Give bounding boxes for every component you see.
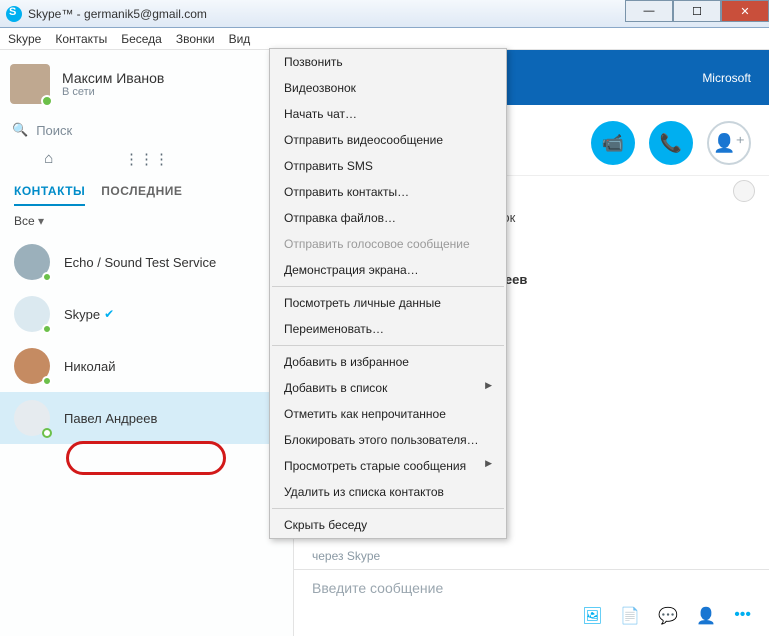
minimize-button[interactable] <box>625 0 673 22</box>
menu-contacts[interactable]: Контакты <box>55 32 107 46</box>
profile-block[interactable]: Максим Иванов В сети <box>0 50 293 114</box>
tab-contacts[interactable]: КОНТАКТЫ <box>14 178 85 206</box>
send-document-icon[interactable]: 📄 <box>620 606 640 626</box>
maximize-button[interactable] <box>673 0 721 22</box>
skype-app-icon <box>6 6 22 22</box>
cm-old-messages[interactable]: Просмотреть старые сообщения <box>270 453 506 479</box>
cm-send-sms[interactable]: Отправить SMS <box>270 153 506 179</box>
contact-label: Echo / Sound Test Service <box>64 255 216 270</box>
compose-placeholder: Введите сообщение <box>312 580 751 596</box>
context-menu: Позвонить Видеозвонок Начать чат… Отправ… <box>269 48 507 539</box>
verified-icon: ✔ <box>104 307 114 321</box>
contact-label: Николай <box>64 359 116 374</box>
avatar-icon <box>14 244 50 280</box>
cm-separator <box>272 286 504 287</box>
cm-video-call[interactable]: Видеозвонок <box>270 75 506 101</box>
dialpad-icon[interactable]: ⋮⋮⋮ <box>98 150 196 168</box>
video-call-button[interactable]: 📹 <box>591 121 635 165</box>
contacts-filter[interactable]: Все <box>0 206 293 236</box>
avatar-icon <box>14 348 50 384</box>
contact-skype[interactable]: Skype ✔ <box>0 288 293 340</box>
self-status: В сети <box>62 86 164 98</box>
cm-send-video-msg[interactable]: Отправить видеосообщение <box>270 127 506 153</box>
close-button[interactable] <box>721 0 769 22</box>
tab-recent[interactable]: ПОСЛЕДНИЕ <box>101 178 182 206</box>
cm-block-user[interactable]: Блокировать этого пользователя… <box>270 427 506 453</box>
send-contact-icon[interactable]: 👤 <box>696 606 716 626</box>
send-file-icon[interactable]: 🖼 <box>582 606 602 626</box>
contact-echo[interactable]: Echo / Sound Test Service <box>0 236 293 288</box>
cm-start-chat[interactable]: Начать чат… <box>270 101 506 127</box>
sidebar-tabs: КОНТАКТЫ ПОСЛЕДНИЕ <box>0 178 293 206</box>
cm-send-voice: Отправить голосовое сообщение <box>270 231 506 257</box>
avatar-icon <box>14 400 50 436</box>
cm-add-favorite[interactable]: Добавить в избранное <box>270 349 506 375</box>
window-title: Skype™ - germanik5@gmail.com <box>28 7 207 21</box>
menu-conversation[interactable]: Беседа <box>121 32 162 46</box>
more-icon[interactable]: ••• <box>734 606 751 626</box>
menu-skype[interactable]: Skype <box>8 32 41 46</box>
cm-separator <box>272 345 504 346</box>
microsoft-label: Microsoft <box>702 71 751 85</box>
cm-call[interactable]: Позвонить <box>270 49 506 75</box>
compose-toolbar: 🖼 📄 💬 👤 ••• <box>294 600 769 636</box>
avatar-icon <box>14 296 50 332</box>
presence-online-icon <box>41 95 53 107</box>
globe-icon <box>733 180 755 202</box>
contact-nikolay[interactable]: Николай <box>0 340 293 392</box>
contact-label: Skype <box>64 307 100 322</box>
cm-add-list[interactable]: Добавить в список <box>270 375 506 401</box>
cm-separator <box>272 508 504 509</box>
cm-mark-unread[interactable]: Отметить как непрочитанное <box>270 401 506 427</box>
sidebar: Максим Иванов В сети Поиск ⌂ ⋮⋮⋮ КОНТАКТ… <box>0 50 294 636</box>
cm-hide-conversation[interactable]: Скрыть беседу <box>270 512 506 538</box>
contact-list: Echo / Sound Test Service Skype ✔ Никола… <box>0 236 293 636</box>
add-contact-button[interactable]: 👤⁺ <box>707 121 751 165</box>
nav-icons: ⌂ ⋮⋮⋮ <box>0 146 293 178</box>
emoji-icon[interactable]: 💬 <box>658 606 678 626</box>
menubar: Skype Контакты Беседа Звонки Вид <box>0 28 769 50</box>
cm-send-files[interactable]: Отправка файлов… <box>270 205 506 231</box>
audio-call-button[interactable]: 📞 <box>649 121 693 165</box>
presence-online-icon <box>42 376 52 386</box>
compose-box[interactable]: Введите сообщение <box>294 569 769 600</box>
menu-calls[interactable]: Звонки <box>176 32 215 46</box>
contact-label: Павел Андреев <box>64 411 157 426</box>
self-name: Максим Иванов <box>62 70 164 86</box>
search-input[interactable]: Поиск <box>0 114 293 146</box>
contact-pavel[interactable]: Павел Андреев <box>0 392 293 444</box>
window-controls <box>625 0 769 22</box>
titlebar: Skype™ - germanik5@gmail.com <box>0 0 769 28</box>
via-label: через Skype <box>294 543 769 569</box>
search-placeholder: Поиск <box>36 123 72 138</box>
cm-remove-contact[interactable]: Удалить из списка контактов <box>270 479 506 505</box>
cm-rename[interactable]: Переименовать… <box>270 316 506 342</box>
presence-online-icon <box>42 324 52 334</box>
presence-pending-icon <box>42 428 52 438</box>
cm-view-profile[interactable]: Посмотреть личные данные <box>270 290 506 316</box>
self-avatar <box>10 64 50 104</box>
presence-online-icon <box>42 272 52 282</box>
home-icon[interactable]: ⌂ <box>0 150 98 168</box>
cm-send-contacts[interactable]: Отправить контакты… <box>270 179 506 205</box>
menu-view[interactable]: Вид <box>229 32 251 46</box>
cm-share-screen[interactable]: Демонстрация экрана… <box>270 257 506 283</box>
